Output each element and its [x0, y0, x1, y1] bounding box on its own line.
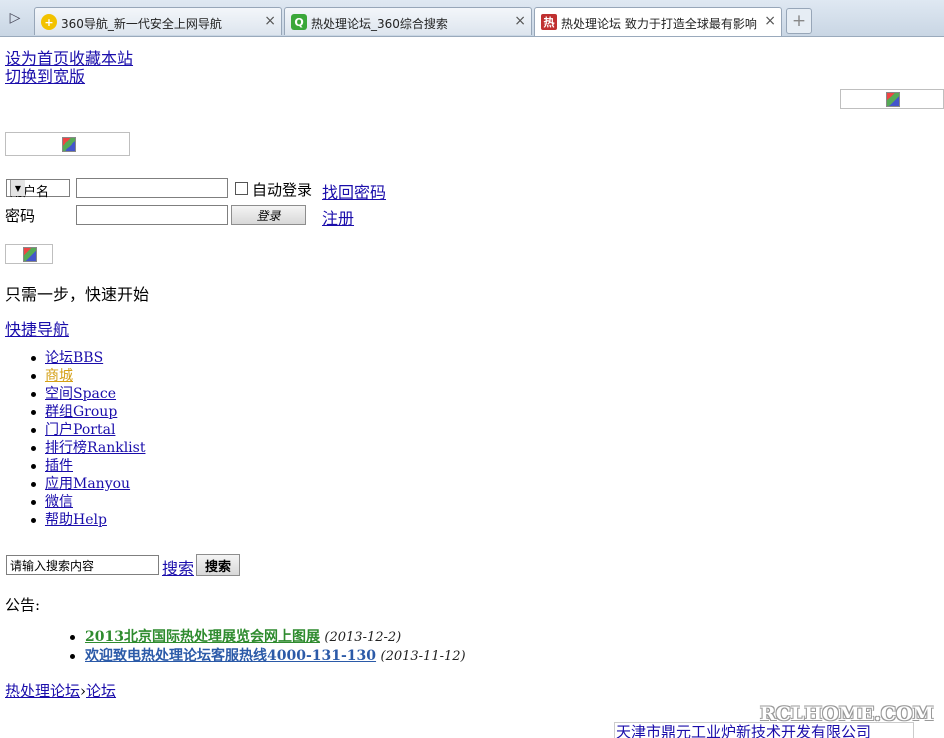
password-input[interactable] — [76, 205, 228, 225]
quick-nav-link[interactable]: 快捷导航 — [5, 316, 69, 340]
nav-item: 插件 — [30, 457, 145, 475]
nav-item: 论坛BBS — [30, 349, 145, 367]
login-button[interactable]: 登录 — [231, 205, 306, 225]
broken-image-icon — [61, 137, 76, 152]
notice-date: (2013-12-2) — [324, 630, 402, 645]
nav-item: 排行榜Ranklist — [30, 439, 145, 457]
password-label: 密码 — [5, 207, 36, 225]
quick-login-image[interactable] — [5, 244, 53, 264]
360-nav-icon: + — [41, 14, 57, 30]
nav-item: 应用Manyou — [30, 475, 145, 493]
360-search-icon: Q — [291, 14, 307, 30]
nav-link-space[interactable]: 空间Space — [45, 386, 116, 402]
close-icon[interactable]: × — [764, 13, 776, 29]
rclhome-site-icon: 热 — [541, 14, 557, 30]
nav-link-ranklist[interactable]: 排行榜Ranklist — [45, 440, 145, 456]
register-link[interactable]: 注册 — [322, 205, 354, 229]
username-input[interactable] — [76, 178, 228, 198]
search-link[interactable]: 搜索 — [162, 555, 194, 579]
nav-item: 空间Space — [30, 385, 145, 403]
tab-title: 热处理论坛 致力于打造全球最有影响 — [561, 17, 757, 31]
nav-link-mall[interactable]: 商城 — [45, 368, 73, 384]
notice-label: 公告: — [5, 596, 41, 614]
notice-list: 2013北京国际热处理展览会网上图展 (2013-12-2) 欢迎致电热处理论坛… — [70, 628, 466, 666]
forgot-password-link[interactable]: 找回密码 — [322, 179, 386, 203]
sidebar-toggle-icon[interactable]: ▷ — [4, 7, 26, 29]
notice-item: 2013北京国际热处理展览会网上图展 (2013-12-2) — [70, 628, 466, 647]
new-tab-button[interactable]: + — [786, 8, 812, 34]
login-field-select[interactable]: 用户名 ▼ — [6, 179, 70, 200]
breadcrumb-home-link[interactable]: 热处理论坛 — [5, 682, 80, 700]
broken-image-icon — [886, 92, 900, 107]
chevron-down-icon: ▼ — [10, 180, 25, 196]
close-icon[interactable]: × — [264, 13, 276, 29]
search-input[interactable]: 请输入搜索内容 — [6, 555, 159, 575]
quick-start-text: 只需一步，快速开始 — [5, 285, 150, 304]
tab-title: 360导航_新一代安全上网导航 — [61, 17, 222, 31]
nav-link-wechat[interactable]: 微信 — [45, 494, 73, 510]
browser-tab-rclhome[interactable]: 热 热处理论坛 致力于打造全球最有影响 × — [534, 7, 782, 36]
auto-login-checkbox[interactable] — [235, 182, 248, 195]
breadcrumb: 热处理论坛›论坛 — [5, 680, 116, 701]
nav-item: 群组Group — [30, 403, 145, 421]
breadcrumb-current-link[interactable]: 论坛 — [86, 682, 116, 700]
browser-tab-360-search[interactable]: Q 热处理论坛_360综合搜索 × — [284, 7, 532, 35]
notice-link[interactable]: 2013北京国际热处理展览会网上图展 — [85, 629, 320, 645]
broken-image-icon — [23, 247, 37, 262]
nav-link-portal[interactable]: 门户Portal — [45, 422, 115, 438]
site-watermark: RCLHOME.COM — [760, 703, 934, 725]
nav-list: 论坛BBS 商城 空间Space 群组Group 门户Portal 排行榜Ran… — [30, 349, 145, 529]
broken-image-banner — [840, 89, 944, 109]
notice-link[interactable]: 欢迎致电热处理论坛客服热线4000-131-130 — [85, 648, 376, 664]
nav-link-group[interactable]: 群组Group — [45, 404, 117, 420]
nav-link-plugin[interactable]: 插件 — [45, 458, 73, 474]
notice-item: 欢迎致电热处理论坛客服热线4000-131-130 (2013-11-12) — [70, 647, 466, 666]
notice-date: (2013-11-12) — [380, 649, 466, 664]
nav-item: 微信 — [30, 493, 145, 511]
close-icon[interactable]: × — [514, 13, 526, 29]
browser-tab-bar: ▷ + 360导航_新一代安全上网导航 × Q 热处理论坛_360综合搜索 × … — [0, 0, 944, 37]
nav-link-help[interactable]: 帮助Help — [45, 512, 107, 528]
nav-link-manyou[interactable]: 应用Manyou — [45, 476, 130, 492]
tab-title: 热处理论坛_360综合搜索 — [311, 17, 448, 31]
nav-item: 商城 — [30, 367, 145, 385]
nav-item: 门户Portal — [30, 421, 145, 439]
auto-login-label: 自动登录 — [252, 181, 313, 199]
site-logo-image[interactable] — [5, 132, 130, 156]
browser-tab-360-nav[interactable]: + 360导航_新一代安全上网导航 × — [34, 7, 282, 35]
search-button[interactable]: 搜索 — [196, 554, 240, 576]
nav-item: 帮助Help — [30, 511, 145, 529]
switch-wide-link[interactable]: 切换到宽版 — [5, 63, 85, 87]
nav-link-bbs[interactable]: 论坛BBS — [45, 350, 103, 366]
